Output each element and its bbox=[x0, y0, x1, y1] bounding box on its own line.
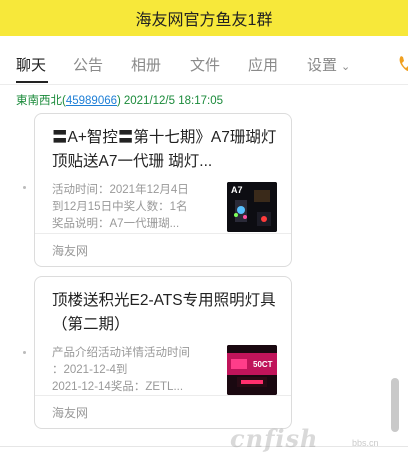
tab-bar: 聊天 公告 相册 文件 应用 设置 ⌄ bbox=[0, 48, 408, 85]
message-bullet bbox=[23, 351, 26, 354]
sender-id-link[interactable]: 45989066 bbox=[66, 95, 117, 107]
watermark-subtext: bbs.cn bbox=[352, 438, 379, 448]
message-timestamp: 2021/12/5 18:17:05 bbox=[123, 95, 223, 107]
tab-apps[interactable]: 应用 bbox=[248, 54, 278, 75]
tab-settings-label: 设置 bbox=[307, 57, 338, 74]
card-thumbnail: 50CT bbox=[227, 345, 277, 395]
card-desc-line: 活动时间：2021年12月4日 bbox=[52, 184, 189, 196]
chat-window-title-bar: 海友网官方鱼友1群 bbox=[0, 0, 408, 36]
card-description: 产品介绍活动详情活动时间 ：2021-12-4到 2021-12-14奖品：ZE… bbox=[52, 345, 224, 396]
chevron-down-icon: ⌄ bbox=[341, 61, 351, 73]
thumbnail-label: 50CT bbox=[253, 360, 273, 369]
card-description: 活动时间：2021年12月4日 到12月15日中奖人数：1名 奖品说明：A7一代… bbox=[52, 182, 224, 233]
sender-id-close-paren: ) bbox=[117, 95, 121, 107]
card-thumbnail: A7 bbox=[227, 182, 277, 232]
thumbnail-label: A7 bbox=[231, 185, 243, 195]
card-desc-line: 到12月15日中奖人数：1名 bbox=[52, 201, 188, 213]
card-source-label: 海友网 bbox=[52, 406, 89, 420]
watermark-logo: cnfish bbox=[230, 424, 319, 453]
sender-name[interactable]: 東南西北 bbox=[16, 95, 62, 107]
card-desc-line: ：2021-12-4到 bbox=[52, 364, 128, 376]
message-bullet bbox=[23, 186, 26, 189]
card-source-label: 海友网 bbox=[52, 244, 89, 258]
card-desc-line: 产品介绍活动详情活动时间 bbox=[52, 347, 190, 359]
tab-chat[interactable]: 聊天 bbox=[16, 54, 46, 75]
card-title[interactable]: 〓A+智控〓第十七期》A7珊瑚灯顶贴送A7一代珊 瑚灯... bbox=[52, 126, 284, 174]
tab-files[interactable]: 文件 bbox=[190, 54, 220, 75]
divider bbox=[0, 446, 408, 447]
phone-icon[interactable] bbox=[398, 53, 408, 75]
tab-announcements[interactable]: 公告 bbox=[73, 54, 103, 75]
card-title[interactable]: 顶楼送积光E2-ATS专用照明灯具（第二期） bbox=[52, 289, 284, 337]
tab-settings[interactable]: 设置 ⌄ bbox=[307, 54, 350, 75]
card-desc-line: 2021-12-14奖品：ZETL... bbox=[52, 381, 184, 393]
link-card[interactable]: 〓A+智控〓第十七期》A7珊瑚灯顶贴送A7一代珊 瑚灯... 活动时间：2021… bbox=[34, 113, 292, 267]
card-desc-line: 奖品说明：A7一代珊瑚... bbox=[52, 218, 180, 230]
tab-album[interactable]: 相册 bbox=[131, 54, 161, 75]
card-footer: 海友网 bbox=[35, 233, 291, 266]
message-header: 東南西北(45989066) 2021/12/5 18:17:05 bbox=[16, 92, 223, 108]
chat-title: 海友网官方鱼友1群 bbox=[135, 12, 273, 29]
active-tab-indicator bbox=[16, 81, 48, 83]
link-card[interactable]: 顶楼送积光E2-ATS专用照明灯具（第二期） 产品介绍活动详情活动时间 ：202… bbox=[34, 276, 292, 429]
scrollbar-thumb[interactable] bbox=[391, 378, 399, 432]
